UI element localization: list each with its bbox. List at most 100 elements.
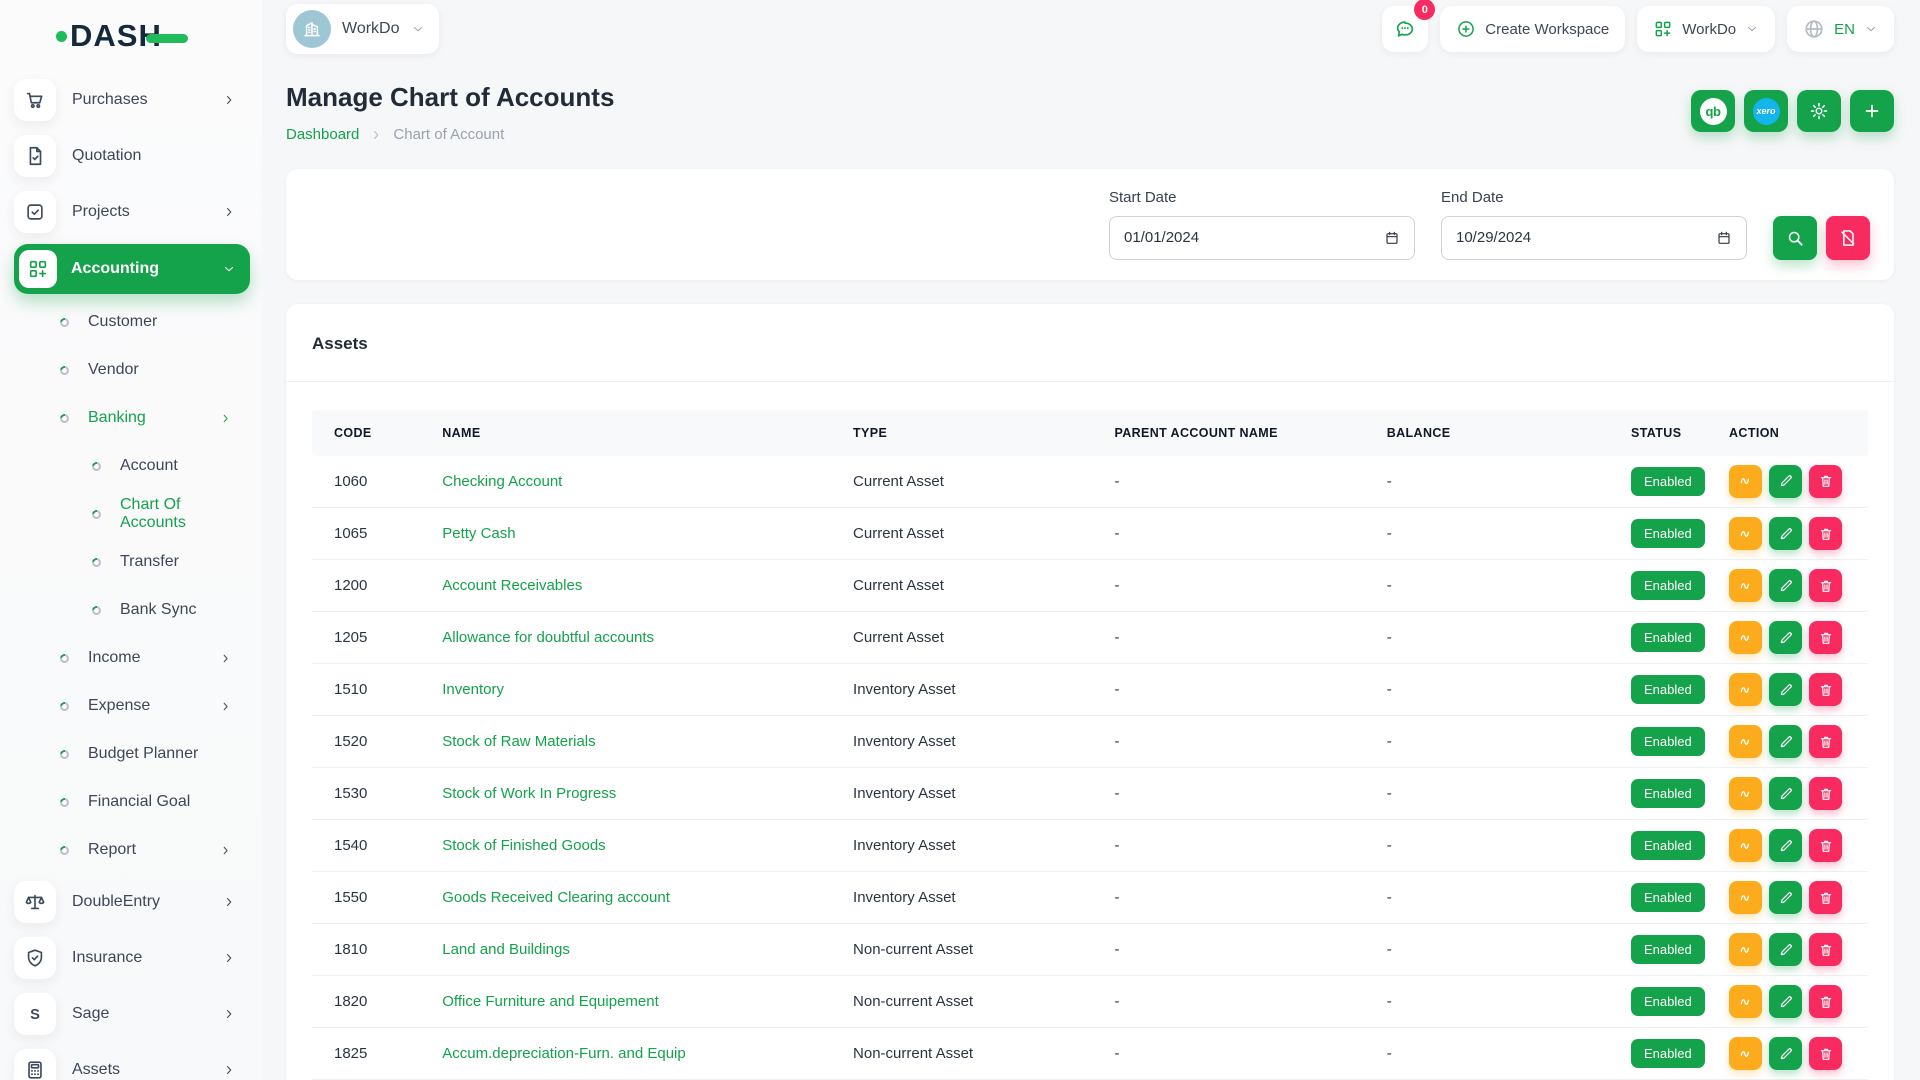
reset-filter-button[interactable]: [1826, 216, 1870, 260]
language-selector[interactable]: EN: [1787, 6, 1894, 52]
sidebar-item-sage[interactable]: SSage: [14, 986, 250, 1042]
status-badge[interactable]: Enabled: [1631, 519, 1705, 548]
sidebar-item-budget-planner[interactable]: Budget Planner: [14, 730, 250, 778]
edit-button[interactable]: [1769, 829, 1802, 862]
sidebar-item-assets[interactable]: Assets: [14, 1042, 250, 1080]
sidebar-item-account[interactable]: Account: [14, 442, 250, 490]
calendar-icon[interactable]: [1384, 230, 1400, 246]
sidebar-item-report[interactable]: Report: [14, 826, 250, 874]
transactions-button[interactable]: [1729, 829, 1762, 862]
account-name-link[interactable]: Inventory: [442, 681, 504, 698]
sidebar-item-expense[interactable]: Expense: [14, 682, 250, 730]
transactions-button[interactable]: [1729, 881, 1762, 914]
transactions-button[interactable]: [1729, 933, 1762, 966]
edit-button[interactable]: [1769, 569, 1802, 602]
edit-button[interactable]: [1769, 465, 1802, 498]
edit-button[interactable]: [1769, 1037, 1802, 1070]
transactions-button[interactable]: [1729, 725, 1762, 758]
table-row: 1810Land and BuildingsNon-current Asset-…: [312, 924, 1868, 976]
sidebar-item-income[interactable]: Income: [14, 634, 250, 682]
transactions-button[interactable]: [1729, 569, 1762, 602]
sidebar-item-customer[interactable]: Customer: [14, 298, 250, 346]
delete-button[interactable]: [1809, 1037, 1842, 1070]
delete-button[interactable]: [1809, 985, 1842, 1018]
brand-logo[interactable]: DASH: [56, 14, 262, 58]
sidebar-item-bank-sync[interactable]: Bank Sync: [14, 586, 250, 634]
edit-button[interactable]: [1769, 881, 1802, 914]
edit-button[interactable]: [1769, 517, 1802, 550]
activity-icon: [1738, 786, 1754, 802]
account-name-link[interactable]: Land and Buildings: [442, 941, 570, 958]
edit-button[interactable]: [1769, 777, 1802, 810]
delete-button[interactable]: [1809, 725, 1842, 758]
add-account-button[interactable]: [1850, 90, 1894, 132]
sidebar-item-insurance[interactable]: Insurance: [14, 930, 250, 986]
search-button[interactable]: [1773, 216, 1817, 260]
account-name-link[interactable]: Stock of Work In Progress: [442, 785, 616, 802]
account-name-link[interactable]: Stock of Raw Materials: [442, 733, 595, 750]
delete-button[interactable]: [1809, 829, 1842, 862]
cell-type: Inventory Asset: [841, 872, 1102, 924]
sidebar-item-banking[interactable]: Banking: [14, 394, 250, 442]
account-name-link[interactable]: Checking Account: [442, 473, 562, 490]
sidebar-item-vendor[interactable]: Vendor: [14, 346, 250, 394]
xero-button[interactable]: xero: [1744, 90, 1788, 132]
delete-button[interactable]: [1809, 621, 1842, 654]
end-date-input[interactable]: 10/29/2024: [1441, 216, 1747, 260]
delete-button[interactable]: [1809, 673, 1842, 706]
sidebar-item-projects[interactable]: Projects: [14, 184, 250, 240]
status-badge[interactable]: Enabled: [1631, 831, 1705, 860]
account-name-link[interactable]: Petty Cash: [442, 525, 515, 542]
edit-button[interactable]: [1769, 673, 1802, 706]
account-name-link[interactable]: Stock of Finished Goods: [442, 837, 605, 854]
status-badge[interactable]: Enabled: [1631, 883, 1705, 912]
transactions-button[interactable]: [1729, 517, 1762, 550]
edit-button[interactable]: [1769, 985, 1802, 1018]
edit-button[interactable]: [1769, 621, 1802, 654]
workdo-menu-button[interactable]: WorkDo: [1637, 6, 1775, 52]
transactions-button[interactable]: [1729, 777, 1762, 810]
status-badge[interactable]: Enabled: [1631, 571, 1705, 600]
status-badge[interactable]: Enabled: [1631, 987, 1705, 1016]
messages-button[interactable]: 0: [1382, 6, 1428, 52]
sidebar-item-accounting[interactable]: Accounting: [14, 244, 250, 294]
sidebar-item-doubleentry[interactable]: DoubleEntry: [14, 874, 250, 930]
settings-button[interactable]: [1797, 90, 1841, 132]
transactions-button[interactable]: [1729, 465, 1762, 498]
status-badge[interactable]: Enabled: [1631, 727, 1705, 756]
account-name-link[interactable]: Goods Received Clearing account: [442, 889, 670, 906]
calendar-icon[interactable]: [1716, 230, 1732, 246]
account-name-link[interactable]: Accum.depreciation-Furn. and Equip: [442, 1045, 685, 1062]
sidebar-item-purchases[interactable]: Purchases: [14, 72, 250, 128]
status-badge[interactable]: Enabled: [1631, 623, 1705, 652]
breadcrumb-dashboard-link[interactable]: Dashboard: [286, 126, 359, 143]
account-name-link[interactable]: Allowance for doubtful accounts: [442, 629, 654, 646]
sidebar-item-quotation[interactable]: Quotation: [14, 128, 250, 184]
sidebar-item-chart-of-accounts[interactable]: Chart Of Accounts: [14, 490, 250, 538]
delete-button[interactable]: [1809, 777, 1842, 810]
status-badge[interactable]: Enabled: [1631, 675, 1705, 704]
account-name-link[interactable]: Office Furniture and Equipement: [442, 993, 659, 1010]
status-badge[interactable]: Enabled: [1631, 1039, 1705, 1068]
status-badge[interactable]: Enabled: [1631, 935, 1705, 964]
delete-button[interactable]: [1809, 465, 1842, 498]
start-date-input[interactable]: 01/01/2024: [1109, 216, 1415, 260]
transactions-button[interactable]: [1729, 673, 1762, 706]
create-workspace-button[interactable]: Create Workspace: [1440, 6, 1625, 52]
transactions-button[interactable]: [1729, 1037, 1762, 1070]
edit-button[interactable]: [1769, 933, 1802, 966]
workspace-selector[interactable]: WorkDo: [286, 4, 439, 54]
delete-button[interactable]: [1809, 881, 1842, 914]
delete-button[interactable]: [1809, 569, 1842, 602]
status-badge[interactable]: Enabled: [1631, 779, 1705, 808]
account-name-link[interactable]: Account Receivables: [442, 577, 582, 594]
transactions-button[interactable]: [1729, 985, 1762, 1018]
edit-button[interactable]: [1769, 725, 1802, 758]
sidebar-item-financial-goal[interactable]: Financial Goal: [14, 778, 250, 826]
transactions-button[interactable]: [1729, 621, 1762, 654]
quickbooks-button[interactable]: qb: [1691, 90, 1735, 132]
sidebar-item-transfer[interactable]: Transfer: [14, 538, 250, 586]
delete-button[interactable]: [1809, 517, 1842, 550]
delete-button[interactable]: [1809, 933, 1842, 966]
status-badge[interactable]: Enabled: [1631, 467, 1705, 496]
